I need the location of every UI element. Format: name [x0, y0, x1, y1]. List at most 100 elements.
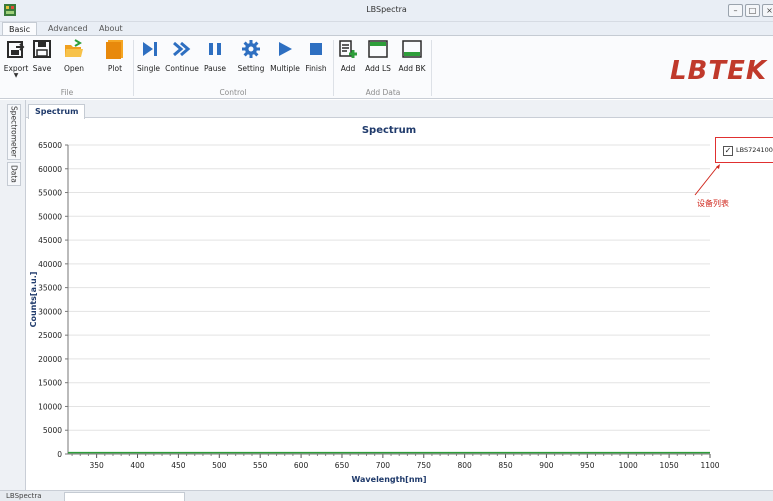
- device-checkbox[interactable]: ✓: [723, 146, 733, 156]
- group-divider: [333, 40, 334, 96]
- x-tick-label: 650: [335, 461, 350, 470]
- step-forward-icon: [142, 42, 157, 56]
- chevron-down-icon[interactable]: ▼: [3, 73, 29, 79]
- maximize-icon[interactable]: □: [745, 4, 760, 17]
- open-folder-icon: [65, 39, 83, 57]
- x-tick-label: 450: [171, 461, 186, 470]
- tab-basic[interactable]: Basic: [2, 22, 38, 36]
- y-tick-label: 0: [57, 450, 62, 459]
- pause-button[interactable]: Pause: [202, 39, 228, 89]
- add-label: Add: [340, 64, 356, 73]
- group-label-add-data: Add Data: [365, 88, 401, 97]
- device-label: LBS7241001: [736, 146, 773, 154]
- x-tick-label: 950: [580, 461, 595, 470]
- y-tick-label: 45000: [38, 236, 62, 245]
- pause-label: Pause: [203, 64, 227, 73]
- x-tick-label: 1000: [619, 461, 638, 470]
- y-tick-label: 65000: [38, 141, 62, 150]
- x-tick-label: 400: [130, 461, 145, 470]
- device-list-annotation: 设备列表: [697, 199, 729, 208]
- single-button[interactable]: Single: [135, 39, 162, 89]
- x-tick-label: 1100: [700, 461, 719, 470]
- add-bk-label: Add BK: [398, 64, 426, 73]
- y-tick-label: 55000: [38, 189, 62, 198]
- finish-label: Finish: [305, 64, 327, 73]
- device-list: ✓ LBS7241001: [715, 137, 773, 163]
- plot-icon: [106, 40, 123, 59]
- add-ls-label: Add LS: [365, 64, 391, 73]
- export-icon: [7, 41, 25, 58]
- y-tick-label: 15000: [38, 379, 62, 388]
- close-icon[interactable]: ×: [762, 4, 773, 17]
- group-divider: [133, 40, 134, 96]
- tab-spectrum[interactable]: Spectrum: [28, 104, 86, 119]
- add-ls-icon: [368, 40, 388, 58]
- x-tick-label: 600: [294, 461, 309, 470]
- y-tick-label: 50000: [38, 212, 62, 221]
- x-tick-label: 750: [417, 461, 432, 470]
- add-bk-button[interactable]: Add BK: [396, 39, 428, 89]
- setting-label: Setting: [237, 64, 265, 73]
- plot-label: Plot: [107, 64, 123, 73]
- gear-icon: [242, 40, 260, 58]
- tab-spectrometer-label: Spectrometer: [9, 106, 19, 158]
- group-divider: [431, 40, 432, 96]
- export-button[interactable]: Export ▼: [3, 39, 29, 89]
- x-tick-label: 550: [253, 461, 268, 470]
- finish-button[interactable]: Finish: [303, 39, 329, 89]
- ribbon-tab-row: Basic Advanced About: [0, 22, 773, 36]
- status-text: LBSpectra: [6, 492, 42, 500]
- fast-forward-icon: [173, 41, 191, 57]
- x-tick-label: 800: [457, 461, 472, 470]
- status-bar: LBSpectra: [0, 490, 773, 501]
- group-label-control: Control: [219, 88, 247, 97]
- window-controls: – □ ×: [728, 4, 773, 17]
- add-data-icon: [339, 40, 357, 58]
- minimize-icon[interactable]: –: [728, 4, 743, 17]
- y-tick-label: 30000: [38, 307, 62, 316]
- y-axis-label: Counts[a.u.]: [29, 272, 38, 328]
- multiple-button[interactable]: Multiple: [268, 39, 302, 89]
- x-tick-label: 900: [539, 461, 554, 470]
- ribbon: Export ▼ Save Open Plot File Single Cont…: [0, 35, 773, 99]
- continue-button[interactable]: Continue: [163, 39, 201, 89]
- y-tick-label: 25000: [38, 331, 62, 340]
- tab-spectrometer[interactable]: Spectrometer: [7, 104, 21, 160]
- title-bar: LBSpectra – □ ×: [0, 0, 773, 22]
- continue-label: Continue: [165, 64, 199, 73]
- save-button[interactable]: Save: [31, 39, 53, 89]
- setting-button[interactable]: Setting: [236, 39, 266, 89]
- x-tick-label: 350: [89, 461, 104, 470]
- y-tick-label: 5000: [43, 426, 62, 435]
- plot-button[interactable]: Plot: [104, 39, 126, 89]
- x-tick-label: 700: [376, 461, 391, 470]
- save-icon: [33, 40, 51, 58]
- add-button[interactable]: Add: [337, 39, 359, 89]
- y-tick-label: 40000: [38, 260, 62, 269]
- tab-about[interactable]: About: [93, 22, 129, 36]
- single-label: Single: [136, 64, 161, 73]
- x-tick-label: 500: [212, 461, 227, 470]
- y-tick-label: 20000: [38, 355, 62, 364]
- spectrum-chart[interactable]: 0 5000 10000 15000 20000 25000 30000 35000 40000…: [26, 118, 773, 490]
- y-tick-label: 35000: [38, 284, 62, 293]
- tab-data[interactable]: Data: [7, 162, 21, 186]
- brand-logo: LBTEK: [669, 56, 767, 86]
- y-tick-label: 60000: [38, 165, 62, 174]
- multiple-label: Multiple: [270, 64, 300, 73]
- status-field: [64, 492, 185, 501]
- save-label: Save: [32, 64, 52, 73]
- side-tab-strip: Spectrometer Data: [0, 100, 26, 490]
- chart-axes: [65, 144, 711, 458]
- tab-data-label: Data: [9, 165, 19, 183]
- group-label-file: File: [60, 88, 74, 97]
- add-ls-button[interactable]: Add LS: [363, 39, 393, 89]
- pause-icon: [209, 43, 221, 55]
- document-tab-strip: Spectrum: [26, 100, 773, 119]
- tab-advanced[interactable]: Advanced: [42, 22, 94, 36]
- open-label: Open: [63, 64, 85, 73]
- open-button[interactable]: Open: [63, 39, 85, 89]
- x-tick-label: 850: [498, 461, 513, 470]
- stop-icon: [310, 43, 322, 55]
- annotation-arrow-icon: [694, 164, 720, 196]
